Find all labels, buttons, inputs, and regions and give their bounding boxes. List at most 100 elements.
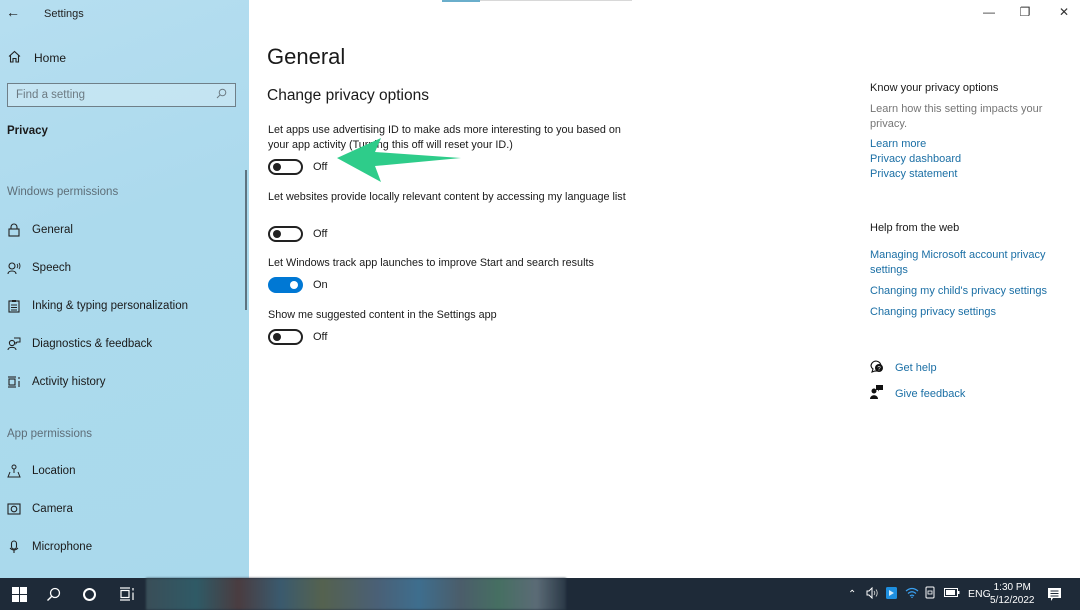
get-help-label: Get help <box>895 362 937 374</box>
wifi-icon[interactable] <box>905 587 921 601</box>
help-link-changing-privacy[interactable]: Changing privacy settings <box>870 305 1055 320</box>
task-view-icon <box>119 587 134 601</box>
diagnostics-icon <box>7 337 21 351</box>
know-privacy-header: Know your privacy options <box>870 82 999 94</box>
toggle-switch[interactable] <box>268 277 303 293</box>
toggle-track-app-launches[interactable]: On <box>268 277 328 293</box>
option-language-list-label: Let websites provide locally relevant co… <box>268 191 626 203</box>
battery-icon[interactable] <box>944 588 962 600</box>
search-box[interactable] <box>7 83 236 107</box>
sidebar-item-camera[interactable]: Camera <box>7 499 73 519</box>
start-button[interactable] <box>4 578 34 610</box>
taskbar: ⌃ ENG 1:30 PM 5/12/2022 <box>0 578 1080 610</box>
cortana-icon <box>82 587 96 601</box>
know-privacy-text: Learn how this setting impacts your priv… <box>870 103 1043 130</box>
speech-icon <box>7 261 21 275</box>
sidebar-item-label: Speech <box>32 262 72 274</box>
sidebar-item-label: Camera <box>32 503 73 515</box>
sidebar-item-microphone[interactable]: Microphone <box>7 537 92 557</box>
sidebar: ← Settings Home Privacy Windows permissi… <box>0 0 249 578</box>
minimize-button[interactable]: — <box>979 5 999 19</box>
toggle-state-label: Off <box>313 161 328 173</box>
home-label: Home <box>34 51 67 65</box>
clipboard-icon <box>7 299 21 313</box>
meet-now-icon[interactable] <box>925 586 939 602</box>
back-arrow-icon[interactable]: ← <box>6 4 22 20</box>
taskbar-pinned-apps-blurred[interactable] <box>146 578 566 610</box>
know-privacy-section: Know your privacy options Learn how this… <box>870 82 1055 182</box>
help-web-header: Help from the web <box>870 222 960 234</box>
search-input[interactable] <box>16 89 216 101</box>
main-content: — ❐ ✕ General Change privacy options Let… <box>249 0 1080 578</box>
privacy-statement-link[interactable]: Privacy statement <box>870 167 1055 182</box>
clock-date: 5/12/2022 <box>990 595 1035 606</box>
toggle-switch[interactable] <box>268 159 303 175</box>
clock-time: 1:30 PM <box>993 582 1031 593</box>
option-track-app-launches-label: Let Windows track app launches to improv… <box>268 257 594 269</box>
app-permissions-header: App permissions <box>7 428 93 440</box>
home-icon <box>8 50 22 66</box>
toggle-state-label: Off <box>313 228 328 240</box>
notifications-icon <box>1047 587 1061 601</box>
section-title-privacy: Privacy <box>7 125 48 137</box>
toggle-switch[interactable] <box>268 226 303 242</box>
get-help-icon: ? <box>870 360 884 376</box>
sidebar-item-label: Inking & typing personalization <box>32 300 188 312</box>
sidebar-scrollbar[interactable] <box>245 170 247 310</box>
privacy-dashboard-link[interactable]: Privacy dashboard <box>870 152 1055 167</box>
clock[interactable]: 1:30 PM 5/12/2022 <box>990 581 1035 607</box>
windows-logo-icon <box>11 586 27 602</box>
defender-shield-icon[interactable] <box>886 586 900 602</box>
microphone-icon <box>7 540 21 554</box>
top-accent <box>442 0 480 2</box>
system-tray: ⌃ ENG <box>848 578 991 610</box>
give-feedback-icon <box>870 385 884 402</box>
toggle-state-label: On <box>313 279 328 291</box>
toggle-advertising-id[interactable]: Off <box>268 159 327 175</box>
language-indicator[interactable]: ENG <box>968 588 991 600</box>
cortana-button[interactable] <box>74 578 104 610</box>
action-center-button[interactable] <box>1042 578 1066 610</box>
lock-icon <box>7 223 21 237</box>
toggle-suggested-content[interactable]: Off <box>268 329 327 345</box>
toggle-state-label: Off <box>313 331 328 343</box>
sidebar-item-speech[interactable]: Speech <box>7 258 71 278</box>
page-title: General <box>267 44 346 69</box>
sidebar-home[interactable]: Home <box>8 50 66 66</box>
sidebar-item-diagnostics[interactable]: Diagnostics & feedback <box>7 334 152 354</box>
camera-icon <box>7 502 21 516</box>
close-button[interactable]: ✕ <box>1054 5 1074 19</box>
sidebar-item-inking-typing[interactable]: Inking & typing personalization <box>7 296 188 316</box>
sidebar-item-general[interactable]: General <box>7 220 73 240</box>
activity-history-icon <box>7 375 21 389</box>
sidebar-item-label: Diagnostics & feedback <box>32 338 153 350</box>
sidebar-item-label: Activity history <box>32 376 106 388</box>
learn-more-link[interactable]: Learn more <box>870 137 1055 152</box>
toggle-switch[interactable] <box>268 329 303 345</box>
help-link-microsoft-account[interactable]: Managing Microsoft account privacy setti… <box>870 248 1055 278</box>
windows-permissions-header: Windows permissions <box>7 186 119 198</box>
sidebar-item-location[interactable]: Location <box>7 461 75 481</box>
maximize-button[interactable]: ❐ <box>1015 5 1035 19</box>
sidebar-item-activity-history[interactable]: Activity history <box>7 372 106 392</box>
give-feedback-label: Give feedback <box>895 387 966 400</box>
get-help-link[interactable]: ? Get help <box>870 360 937 376</box>
option-suggested-content-label: Show me suggested content in the Setting… <box>268 309 497 321</box>
taskbar-search-button[interactable] <box>38 578 68 610</box>
toggle-language-list[interactable]: Off <box>268 226 327 242</box>
task-view-button[interactable] <box>112 578 142 610</box>
search-icon[interactable] <box>216 88 227 102</box>
sidebar-item-label: Location <box>32 465 76 477</box>
sidebar-item-label: Microphone <box>32 541 93 553</box>
help-web-section: Help from the web Managing Microsoft acc… <box>870 222 1055 320</box>
give-feedback-link[interactable]: Give feedback <box>870 385 965 402</box>
volume-icon[interactable] <box>866 586 882 602</box>
location-icon <box>7 464 21 478</box>
app-title: Settings <box>44 8 84 20</box>
section-subtitle: Change privacy options <box>267 87 429 104</box>
help-link-child-privacy[interactable]: Changing my child's privacy settings <box>870 284 1055 299</box>
sidebar-item-label: General <box>32 224 73 236</box>
search-icon <box>46 587 60 601</box>
show-hidden-icons-chevron-up-icon[interactable]: ⌃ <box>848 589 862 600</box>
annotation-arrow <box>337 138 461 182</box>
